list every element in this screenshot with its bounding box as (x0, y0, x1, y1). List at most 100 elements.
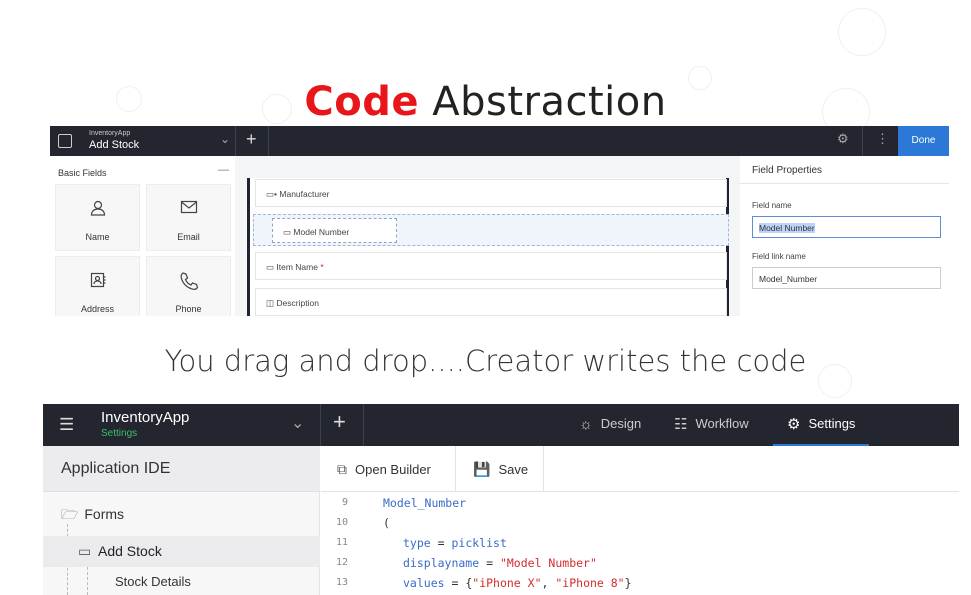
header-divider (235, 126, 236, 156)
code-token: displayname (403, 556, 480, 570)
nav-settings[interactable]: ⚙ Settings (773, 404, 870, 446)
builder-app-name: InventoryApp (89, 130, 131, 137)
tree-item-add-stock[interactable]: ▭ Add Stock (43, 536, 320, 567)
tile-label: Address (80, 304, 115, 314)
ide-screenshot: ☰ InventoryApp Settings ⌄ + ☼ Design ☷ Wor… (43, 404, 959, 595)
line-number: 12 (335, 557, 348, 568)
tree-guide-line (87, 567, 88, 595)
code-token: = (430, 536, 452, 550)
header-divider (363, 404, 364, 446)
slide-subtitle: You drag and drop....Creator writes the … (164, 344, 807, 378)
header-divider (320, 404, 321, 446)
field-properties-panel: Field Properties Field name Model Number… (740, 156, 949, 316)
field-name-label: Field name (752, 201, 792, 210)
forms-label: Forms (84, 506, 125, 522)
field-link-name-input[interactable]: Model_Number (752, 267, 941, 289)
field-label: ▭• Manufacturer (266, 189, 329, 200)
code-token: values (403, 576, 445, 590)
code-token: type (403, 536, 431, 550)
header-divider (268, 126, 269, 156)
decorative-ring (838, 8, 886, 56)
hamburger-menu-icon[interactable]: ☰ (59, 415, 74, 435)
folder-icon: 🗁 (61, 506, 79, 522)
line-number: 10 (335, 517, 348, 528)
item-name-label: Item Name (276, 262, 318, 272)
field-tile-email[interactable]: Email (146, 184, 231, 251)
address-card-icon (56, 271, 139, 293)
code-token: = (444, 576, 466, 590)
add-stock-label: Add Stock (98, 543, 162, 559)
save-button[interactable]: 💾 Save (473, 446, 528, 492)
sidebar-title: Application IDE (61, 460, 171, 477)
field-properties-title: Field Properties (752, 165, 823, 176)
floppy-disk-icon: 💾 (473, 461, 491, 477)
title-rest: Abstraction (432, 79, 667, 125)
field-tile-address[interactable]: Address (55, 256, 140, 316)
tile-label: Name (85, 232, 110, 242)
external-link-icon: ⧉ (337, 461, 347, 477)
form-icon: ▭ (78, 543, 92, 559)
dragged-field-model-number[interactable]: ▭ Model Number (272, 218, 397, 243)
plus-icon[interactable]: + (333, 409, 346, 435)
done-button[interactable]: Done (898, 126, 949, 156)
tree-item-stock-details[interactable]: Stock Details (115, 574, 191, 589)
nav-design[interactable]: ☼ Design (579, 404, 641, 446)
drop-zone[interactable]: ▭ Model Number (253, 214, 729, 246)
title-highlight: Code (304, 79, 420, 125)
ide-app-name: InventoryApp (101, 409, 190, 426)
text-field-icon: ▭ (283, 227, 292, 237)
code-text: values = {"iPhone X", "iPhone 8"} (403, 573, 632, 593)
required-marker: * (320, 262, 324, 272)
phone-icon (147, 271, 230, 295)
form-field-manufacturer[interactable]: ▭• Manufacturer (255, 179, 727, 207)
basic-fields-panel: Basic Fields — Name Email Address Phone (50, 156, 235, 316)
field-name-value: Model Number (759, 223, 815, 233)
code-line: 13 values = {"iPhone X", "iPhone 8"} (321, 573, 959, 593)
field-label: ◫ Description (266, 298, 319, 309)
nav-settings-label: Settings (808, 416, 856, 431)
code-text: displayname = "Model Number" (403, 553, 597, 573)
plus-icon[interactable]: + (246, 129, 257, 150)
workflow-icon: ☷ (674, 415, 688, 433)
envelope-icon (147, 199, 230, 219)
gear-icon: ⚙ (787, 415, 801, 433)
field-tile-name[interactable]: Name (55, 184, 140, 251)
description-label: Description (276, 298, 319, 308)
chevron-down-icon[interactable]: ⌄ (291, 413, 304, 433)
code-text: ( (383, 516, 390, 530)
form-field-item-name[interactable]: ▭ Item Name * (255, 252, 727, 280)
nav-design-label: Design (600, 416, 642, 431)
code-token: "iPhone 8" (555, 576, 625, 590)
tile-label: Email (177, 232, 200, 242)
slide: Code Abstraction InventoryApp Add Stock … (0, 0, 971, 595)
form-field-description[interactable]: ◫ Description (255, 288, 727, 316)
code-token: picklist (451, 536, 507, 550)
save-label: Save (498, 462, 529, 477)
collapse-icon[interactable]: — (218, 164, 229, 176)
code-text: type = picklist (403, 533, 507, 553)
code-editor[interactable]: 9 Model_Number 10 ( 11 type = picklist 12 di… (321, 493, 959, 595)
open-builder-button[interactable]: ⧉ Open Builder (337, 446, 431, 492)
open-builder-label: Open Builder (355, 462, 431, 477)
nav-workflow-label: Workflow (695, 416, 749, 431)
toolbar-divider (543, 446, 544, 492)
sidebar-header: Application IDE (43, 446, 320, 492)
gear-icon[interactable]: ⚙ (837, 131, 849, 147)
more-options-icon[interactable]: ⋮ (876, 131, 889, 147)
tree-item-forms[interactable]: 🗁 Forms (61, 504, 124, 528)
code-token: , (541, 576, 556, 590)
code-token: "iPhone X" (472, 576, 542, 590)
toolbar-divider (455, 446, 456, 492)
basic-fields-title: Basic Fields (58, 168, 107, 178)
field-tile-phone[interactable]: Phone (146, 256, 231, 316)
line-number: 13 (335, 577, 348, 588)
picklist-field-icon: ▭• (266, 189, 278, 199)
code-line: 11 type = picklist (321, 533, 959, 553)
app-icon (58, 134, 72, 148)
textarea-field-icon: ◫ (266, 298, 275, 308)
builder-page-name: Add Stock (89, 139, 140, 151)
nav-workflow[interactable]: ☷ Workflow (674, 404, 749, 446)
field-name-input[interactable]: Model Number (752, 216, 941, 238)
chevron-down-icon[interactable]: ⌄ (220, 132, 230, 146)
divider (740, 183, 949, 184)
